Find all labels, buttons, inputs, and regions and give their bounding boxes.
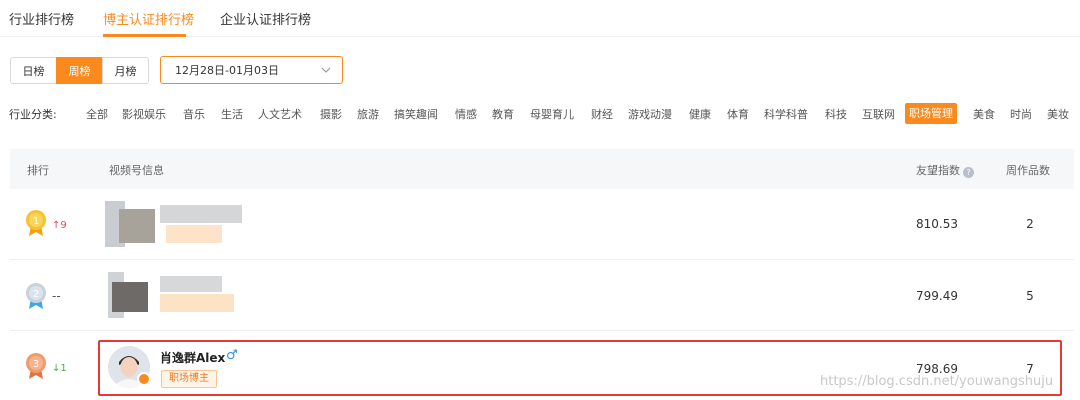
category-label: 行业分类: bbox=[9, 108, 57, 121]
category-item[interactable]: 搞笑趣闻 bbox=[394, 106, 438, 122]
category-item[interactable]: 美食 bbox=[973, 106, 995, 122]
period-weekly-button[interactable]: 周榜 bbox=[56, 57, 103, 84]
account-name[interactable]: 肖逸群Alex bbox=[160, 349, 225, 366]
active-tab-underline bbox=[103, 34, 186, 37]
rank-trend: ↓1 bbox=[52, 363, 67, 374]
category-item[interactable]: 游戏动漫 bbox=[628, 106, 672, 122]
pixelated-name bbox=[160, 276, 222, 292]
index-value: 799.49 bbox=[916, 289, 958, 303]
help-icon[interactable]: ? bbox=[963, 167, 974, 178]
category-item[interactable]: 互联网 bbox=[862, 106, 895, 122]
header-works: 周作品数 bbox=[1006, 164, 1050, 177]
bronze-medal-icon: 3 bbox=[26, 353, 46, 379]
category-item[interactable]: 母婴育儿 bbox=[530, 106, 574, 122]
table-row[interactable]: 2 -- 799.49 5 bbox=[10, 260, 1074, 331]
gold-medal-icon: 1 bbox=[26, 210, 46, 236]
category-item[interactable]: 影视娱乐 bbox=[122, 106, 166, 122]
category-tag: 职场博主 bbox=[161, 370, 217, 388]
category-item[interactable]: 人文艺术 bbox=[258, 106, 302, 122]
pixelated-name bbox=[160, 205, 242, 223]
header-rank: 排行 bbox=[27, 164, 49, 177]
category-item[interactable]: 音乐 bbox=[183, 106, 205, 122]
period-toggle: 日榜 周榜 月榜 bbox=[10, 57, 149, 84]
category-item[interactable]: 全部 bbox=[86, 106, 108, 122]
tab-enterprise-ranking[interactable]: 企业认证排行榜 bbox=[220, 9, 311, 28]
category-item[interactable]: 科学科普 bbox=[764, 106, 808, 122]
date-range-value: 12月28日-01月03日 bbox=[175, 64, 279, 77]
date-range-select[interactable]: 12月28日-01月03日 bbox=[160, 56, 343, 84]
ranking-tabs: 行业排行榜 博主认证排行榜 企业认证排行榜 bbox=[0, 0, 1080, 37]
category-item[interactable]: 财经 bbox=[591, 106, 613, 122]
category-item[interactable]: 科技 bbox=[825, 106, 847, 122]
pixelated-avatar-fill bbox=[112, 282, 148, 312]
pixelated-avatar-fill bbox=[119, 209, 155, 243]
category-item[interactable]: 教育 bbox=[492, 106, 514, 122]
category-item-active[interactable]: 职场管理 bbox=[905, 103, 957, 124]
tab-industry-ranking[interactable]: 行业排行榜 bbox=[9, 9, 74, 28]
svg-text:3: 3 bbox=[33, 359, 39, 370]
category-item[interactable]: 美妆 bbox=[1047, 106, 1069, 122]
pixelated-tag bbox=[166, 225, 222, 243]
tab-blogger-ranking[interactable]: 博主认证排行榜 bbox=[103, 9, 194, 28]
watermark: https://blog.csdn.net/youwangshuju bbox=[820, 374, 1054, 389]
verified-badge-icon bbox=[137, 372, 151, 386]
header-index: 友望指数? bbox=[916, 162, 974, 178]
pixelated-tag bbox=[160, 294, 234, 312]
table-row[interactable]: 1 ↑9 810.53 2 bbox=[10, 189, 1074, 260]
rank-trend: -- bbox=[52, 289, 61, 303]
header-info: 视频号信息 bbox=[109, 164, 164, 177]
category-item[interactable]: 时尚 bbox=[1010, 106, 1032, 122]
rank-trend: ↑9 bbox=[52, 220, 67, 231]
svg-text:1: 1 bbox=[33, 216, 39, 227]
works-count: 2 bbox=[1026, 217, 1034, 231]
index-value: 810.53 bbox=[916, 217, 958, 231]
category-item[interactable]: 情感 bbox=[455, 106, 477, 122]
chevron-down-icon bbox=[321, 67, 331, 73]
table-header: 排行 视频号信息 友望指数? 周作品数 bbox=[10, 149, 1074, 189]
category-item[interactable]: 生活 bbox=[221, 106, 243, 122]
svg-text:2: 2 bbox=[33, 289, 39, 300]
category-item[interactable]: 旅游 bbox=[357, 106, 379, 122]
category-item[interactable]: 摄影 bbox=[320, 106, 342, 122]
works-count: 5 bbox=[1026, 289, 1034, 303]
period-monthly-button[interactable]: 月榜 bbox=[102, 57, 149, 84]
period-daily-button[interactable]: 日榜 bbox=[10, 57, 57, 84]
header-index-label: 友望指数 bbox=[916, 164, 960, 177]
category-item[interactable]: 体育 bbox=[727, 106, 749, 122]
silver-medal-icon: 2 bbox=[26, 283, 46, 309]
category-item[interactable]: 健康 bbox=[689, 106, 711, 122]
male-icon: ♂ bbox=[226, 348, 238, 363]
